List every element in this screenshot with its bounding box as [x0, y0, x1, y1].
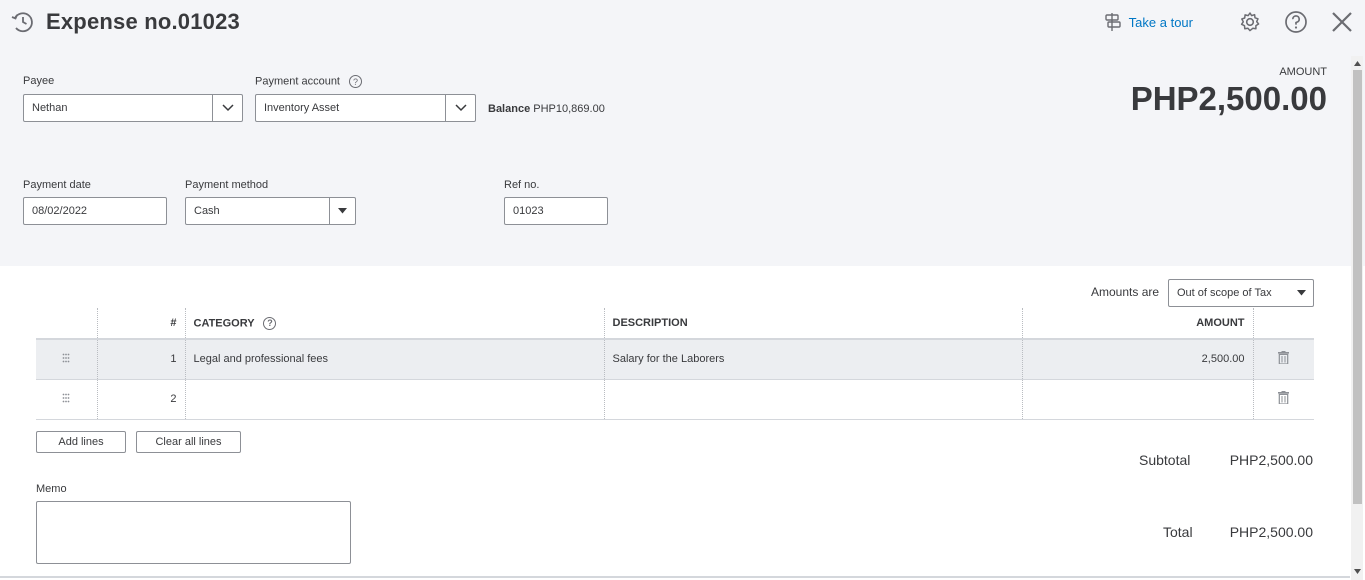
- drag-handle-icon: [62, 353, 70, 363]
- table-row[interactable]: 1 Legal and professional fees Salary for…: [36, 339, 1314, 380]
- help-icon[interactable]: [1283, 9, 1309, 35]
- balance-label: Balance: [488, 103, 531, 115]
- recent-transactions-icon[interactable]: [10, 9, 36, 35]
- description-column-header: DESCRIPTION: [603, 308, 1022, 340]
- table-row[interactable]: 2: [36, 379, 1314, 420]
- chevron-down-icon[interactable]: [445, 95, 475, 121]
- amounts-are-value: Out of scope of Tax: [1177, 287, 1272, 299]
- memo-label: Memo: [36, 483, 67, 495]
- payment-account-label: Payment account: [255, 75, 340, 88]
- payment-date-label: Payment date: [23, 179, 91, 191]
- delete-line[interactable]: [1252, 339, 1314, 380]
- payment-account-label-wrap: Payment account ?: [255, 75, 363, 88]
- delete-line[interactable]: [1252, 379, 1314, 420]
- balance-value: PHP10,869.00: [533, 103, 605, 115]
- amount-total: PHP2,500.00: [1130, 80, 1327, 117]
- memo-textarea[interactable]: [36, 501, 351, 564]
- amount-column-header: AMOUNT: [1021, 308, 1253, 340]
- amount-cell[interactable]: 2,500.00: [1021, 339, 1253, 380]
- scrollbar[interactable]: [1351, 56, 1363, 580]
- category-column-header: CATEGORY ?: [184, 308, 604, 340]
- header-panel: [0, 0, 1365, 266]
- close-icon[interactable]: [1329, 9, 1355, 35]
- line-number: 2: [96, 379, 185, 420]
- payment-date-value: 08/02/2022: [32, 205, 88, 217]
- gear-icon[interactable]: [1237, 9, 1263, 35]
- description-cell[interactable]: Salary for the Laborers: [603, 339, 1022, 380]
- header-actions: Take a tour: [1103, 8, 1355, 36]
- category-cell[interactable]: Legal and professional fees: [184, 339, 604, 380]
- description-cell[interactable]: [603, 379, 1022, 420]
- category-details-table: # CATEGORY ? DESCRIPTION AMOUNT 1 Legal …: [36, 308, 1314, 420]
- payment-method-value: Cash: [194, 205, 220, 217]
- help-icon[interactable]: ?: [263, 316, 277, 330]
- drag-handle[interactable]: [36, 379, 97, 420]
- drag-handle-icon: [62, 393, 70, 402]
- take-a-tour-label: Take a tour: [1128, 14, 1193, 30]
- drag-handle[interactable]: [36, 339, 97, 380]
- subtotal-label: Subtotal: [1139, 452, 1191, 468]
- help-icon[interactable]: ?: [349, 75, 363, 88]
- caret-down-icon[interactable]: [329, 198, 355, 224]
- payment-account-value: Inventory Asset: [264, 102, 340, 114]
- payment-method-select[interactable]: Cash: [185, 197, 356, 225]
- trash-icon: [1278, 391, 1290, 405]
- ref-no-label: Ref no.: [504, 179, 540, 191]
- category-header-label: CATEGORY: [193, 316, 255, 329]
- category-cell[interactable]: [184, 379, 604, 420]
- scroll-down-icon[interactable]: [1353, 566, 1362, 576]
- signpost-icon: [1104, 13, 1121, 31]
- take-a-tour-link[interactable]: Take a tour: [1103, 12, 1193, 32]
- payee-value: Nethan: [32, 102, 68, 114]
- clear-all-lines-button[interactable]: Clear all lines: [136, 431, 241, 453]
- amount-cell[interactable]: [1021, 379, 1253, 420]
- payee-label: Payee: [23, 75, 55, 87]
- amounts-are-select[interactable]: Out of scope of Tax: [1168, 279, 1314, 307]
- delete-column-header: [1252, 308, 1314, 340]
- total-label: Total: [1163, 524, 1193, 540]
- payment-date-input[interactable]: 08/02/2022: [23, 197, 167, 225]
- divider: [0, 576, 1350, 578]
- scrollbar-thumb[interactable]: [1353, 70, 1362, 504]
- subtotal-value: PHP2,500.00: [1229, 452, 1313, 468]
- trash-icon: [1278, 351, 1290, 365]
- amount-label: AMOUNT: [1279, 66, 1327, 78]
- page-title: Expense no.01023: [46, 9, 240, 34]
- balance: Balance PHP10,869.00: [488, 103, 605, 115]
- payee-select[interactable]: Nethan: [23, 94, 243, 122]
- drag-column-header: [36, 308, 97, 340]
- title-row: Expense no.01023: [10, 8, 240, 36]
- ref-no-value: 01023: [513, 205, 544, 217]
- add-lines-button[interactable]: Add lines: [36, 431, 126, 453]
- payment-account-select[interactable]: Inventory Asset: [255, 94, 476, 122]
- chevron-down-icon[interactable]: [212, 95, 242, 121]
- caret-down-icon: [1289, 290, 1313, 296]
- num-column-header: #: [96, 308, 185, 340]
- scroll-up-icon[interactable]: [1353, 58, 1362, 68]
- total-value: PHP2,500.00: [1229, 524, 1313, 540]
- ref-no-input[interactable]: 01023: [504, 197, 608, 225]
- amounts-are-label: Amounts are: [1091, 285, 1160, 299]
- table-header-row: # CATEGORY ? DESCRIPTION AMOUNT: [36, 308, 1314, 340]
- line-number: 1: [96, 339, 185, 380]
- payment-method-label: Payment method: [185, 179, 269, 191]
